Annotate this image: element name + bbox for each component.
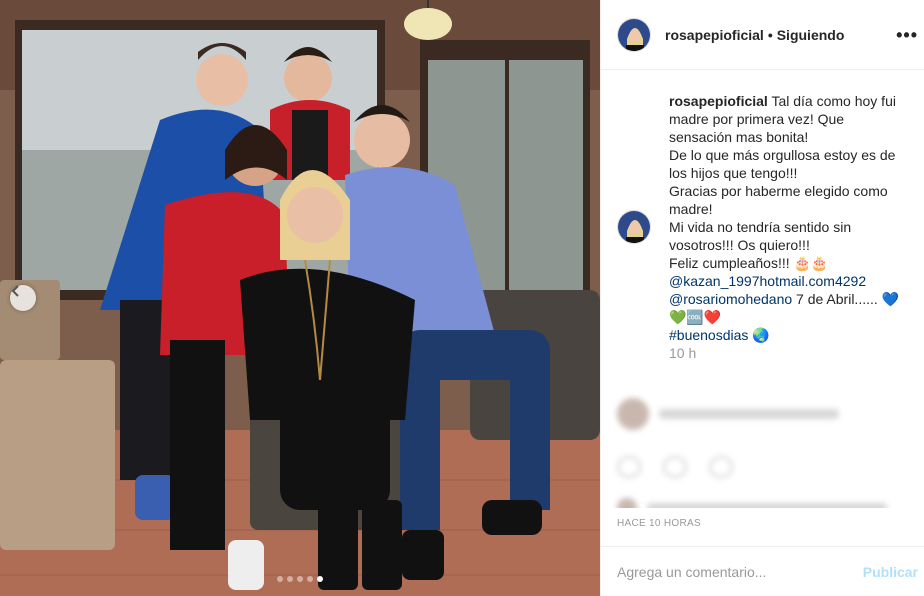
header-username[interactable]: rosapepioficial	[665, 27, 764, 43]
chevron-left-icon	[11, 285, 19, 297]
publish-button[interactable]: Publicar	[863, 564, 918, 580]
post-header: rosapepioficial • Siguiendo	[601, 0, 924, 70]
avatar[interactable]	[617, 17, 651, 52]
carousel-prev-button[interactable]	[10, 285, 36, 311]
carousel-dot-active	[317, 576, 323, 582]
like-icon[interactable]	[617, 456, 641, 478]
caption-line: Feliz cumpleaños!!! 🎂🎂	[669, 255, 829, 271]
carousel-indicator	[0, 576, 600, 582]
hashtag-link[interactable]: #buenosdias	[669, 327, 748, 343]
mention-link[interactable]: @kazan_1997hotmail.com4292	[669, 273, 866, 289]
comment-icon[interactable]	[663, 456, 687, 478]
profile-photo-icon	[618, 211, 650, 243]
instagram-post: rosapepioficial • Siguiendo ••• rosapepi…	[0, 0, 924, 596]
carousel-dot	[307, 576, 313, 582]
post-photo[interactable]	[0, 0, 600, 596]
caption-line: De lo que más orgullosa estoy es de los …	[669, 147, 896, 181]
more-options-icon[interactable]: •••	[896, 25, 918, 46]
comment-input[interactable]	[617, 563, 863, 580]
caption-line: Mi vida no tendría sentido sin vosotros!…	[669, 219, 852, 253]
caption-text: rosapepioficial Tal día como hoy fui mad…	[669, 92, 908, 362]
header-separator: •	[767, 26, 773, 43]
caption-line: Gracias por haberme elegido como madre!	[669, 183, 888, 217]
obscured-comments-area	[601, 388, 924, 508]
following-button[interactable]: Siguiendo	[777, 27, 845, 43]
profile-photo-icon	[618, 18, 650, 51]
carousel-dot	[297, 576, 303, 582]
caption-emoji: 🌏	[748, 327, 770, 343]
caption-line: 7 de Abril...... 💙	[792, 291, 900, 307]
post-sidebar: rosapepioficial • Siguiendo ••• rosapepi…	[600, 0, 924, 596]
caption-section: rosapepioficial Tal día como hoy fui mad…	[601, 70, 924, 362]
comment-composer: Publicar	[601, 546, 924, 596]
group-photo-illustration	[0, 0, 600, 596]
carousel-dot	[277, 576, 283, 582]
caption-username[interactable]: rosapepioficial	[669, 93, 768, 109]
share-icon[interactable]	[709, 456, 733, 478]
avatar[interactable]	[617, 210, 651, 244]
post-timestamp: HACE 10 HORAS	[617, 518, 701, 529]
caption-line: 💚🆒❤️	[669, 309, 722, 325]
mention-link[interactable]: @rosariomohedano	[669, 291, 792, 307]
caption-age: 10 h	[669, 345, 697, 361]
carousel-dot	[287, 576, 293, 582]
